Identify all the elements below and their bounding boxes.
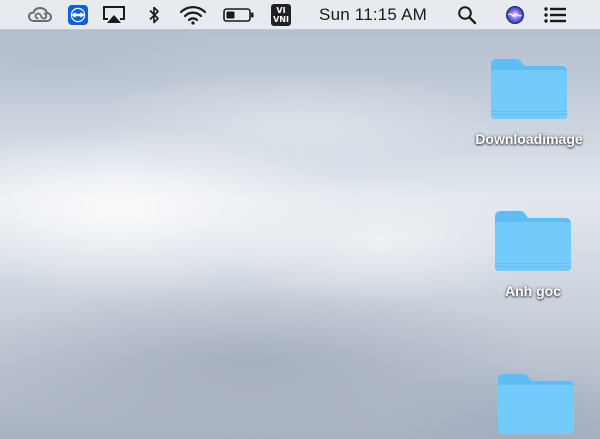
folder-label: Downloadimage: [475, 131, 583, 147]
battery-icon[interactable]: [222, 0, 256, 30]
desktop: VI VNI Sun 11:15 AM Downloadimage Anh go…: [0, 0, 600, 439]
folder-icon: [491, 59, 567, 119]
bluetooth-icon[interactable]: [145, 0, 163, 30]
menu-bar: VI VNI Sun 11:15 AM: [0, 0, 600, 30]
folder-label: Anh goc: [505, 283, 561, 299]
menu-bar-clock[interactable]: Sun 11:15 AM: [314, 0, 432, 30]
desktop-folder-anh-goc[interactable]: Anh goc: [468, 207, 598, 299]
notification-center-icon[interactable]: [542, 0, 568, 30]
siri-icon[interactable]: [504, 0, 526, 30]
folder-icon: [498, 374, 574, 434]
teamviewer-icon[interactable]: [66, 0, 90, 30]
wifi-icon[interactable]: [178, 0, 208, 30]
desktop-folder[interactable]: [471, 370, 600, 436]
desktop-folder-downloadimage[interactable]: Downloadimage: [464, 55, 594, 147]
creative-cloud-icon[interactable]: [26, 0, 54, 30]
airplay-icon[interactable]: [102, 0, 126, 30]
input-method-line1: VI: [276, 6, 286, 15]
spotlight-search-icon[interactable]: [456, 0, 478, 30]
input-method-icon[interactable]: VI VNI: [270, 0, 292, 30]
folder-icon: [495, 211, 571, 271]
input-method-line2: VNI: [273, 15, 289, 24]
